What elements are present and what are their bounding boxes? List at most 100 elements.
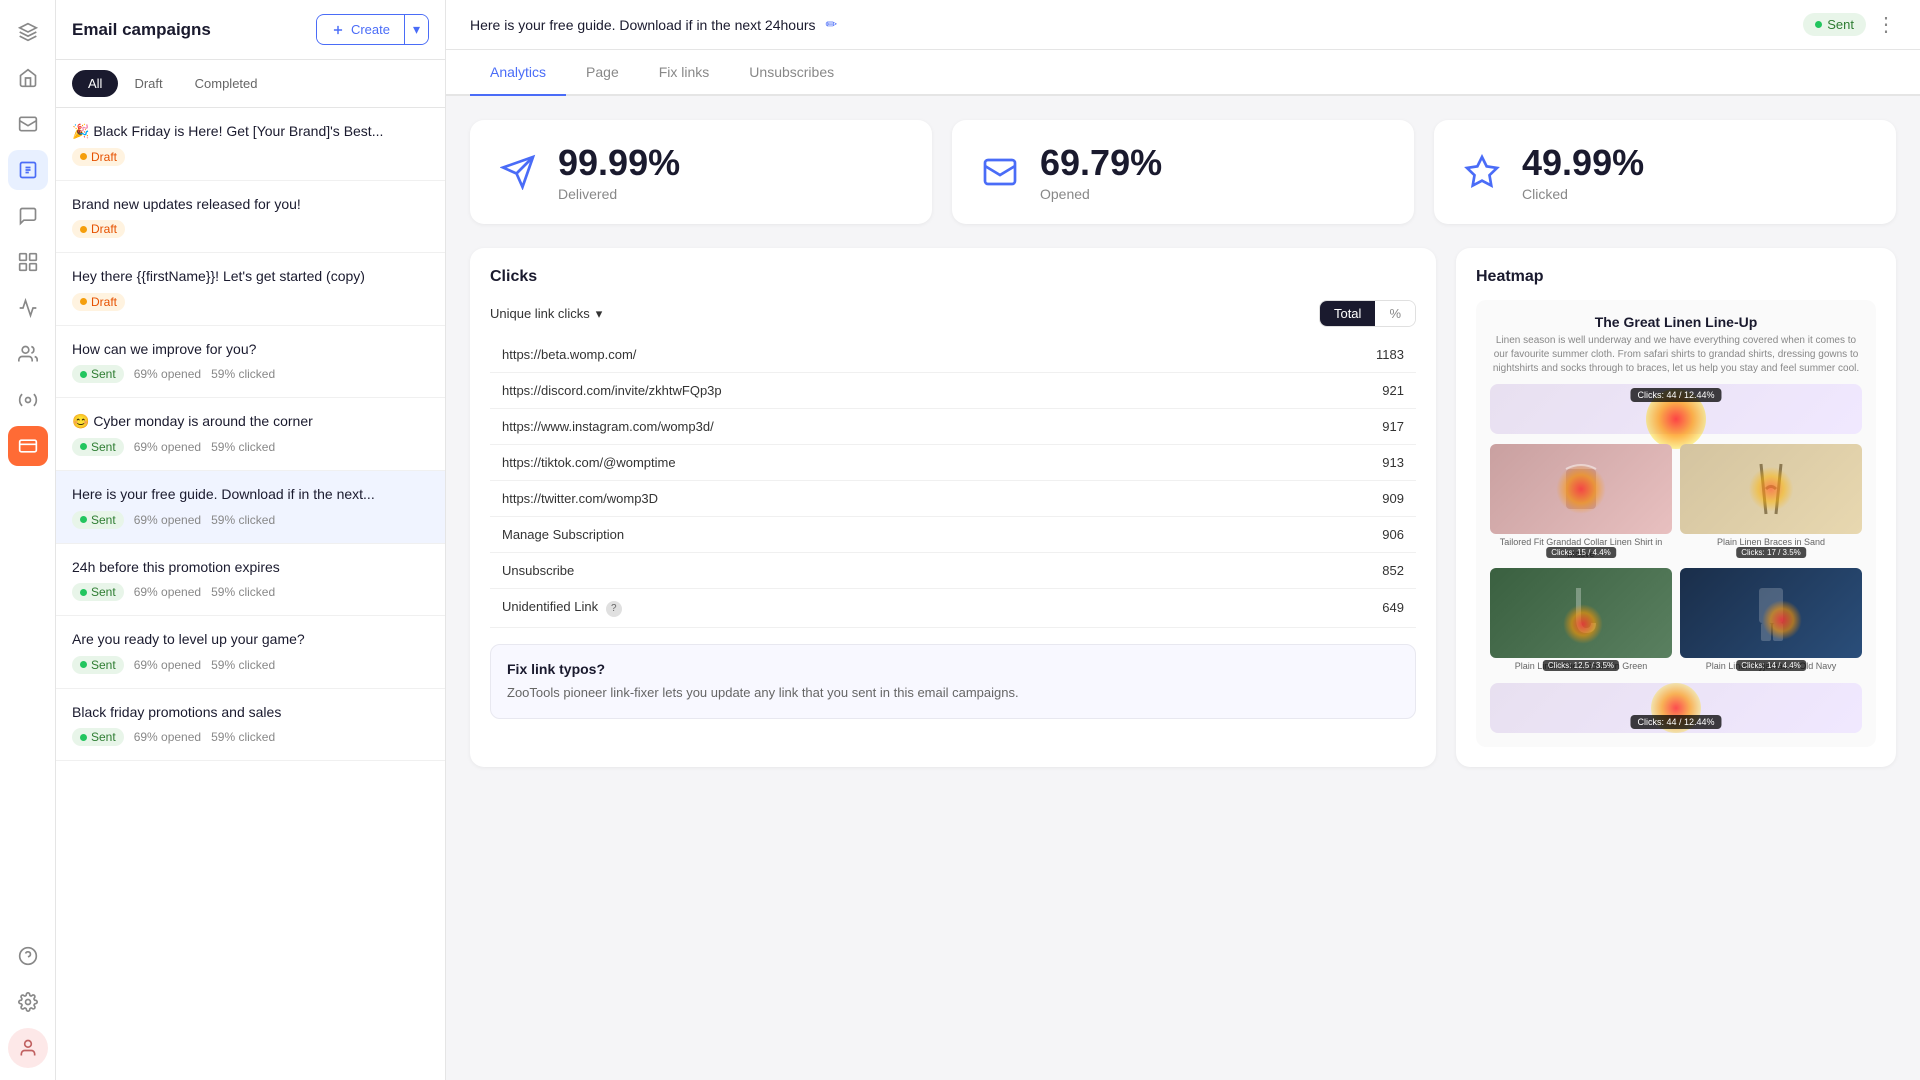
home-icon[interactable] [8,58,48,98]
link-row: Manage Subscription 906 [490,517,1416,553]
main-header-right: Sent ⋮ [1803,12,1896,37]
delivered-icon [494,148,542,196]
integrations-icon[interactable] [8,380,48,420]
toggle-group: Total % [1319,300,1416,327]
more-options-button[interactable]: ⋮ [1876,12,1896,37]
link-url: Unsubscribe [502,563,574,578]
info-icon: ? [606,601,622,617]
campaign-meta: Sent 69% opened 59% clicked [72,656,429,674]
link-url: https://tiktok.com/@womptime [502,455,676,470]
opened-rate: 69% opened [134,440,201,454]
create-dropdown-button[interactable]: ▾ [404,15,428,44]
users-icon[interactable] [8,334,48,374]
campaign-title: 24h before this promotion expires [72,558,429,578]
campaign-item[interactable]: Brand new updates released for you! Draf… [56,181,445,254]
status-badge: Sent [72,438,124,456]
settings-icon[interactable] [8,982,48,1022]
campaign-meta: Sent 69% opened 59% clicked [72,438,429,456]
heatmap-item-1: Clicks: 15 / 4.4% Tailored Fit Grandad C… [1490,444,1672,560]
edit-icon[interactable]: ✏ [826,16,838,33]
chevron-down-icon: ▾ [596,306,603,322]
campaign-meta: Sent 69% opened 59% clicked [72,728,429,746]
opened-rate: 69% opened [134,658,201,672]
opened-value: 69.79% [1040,142,1162,184]
opened-icon [976,148,1024,196]
opened-label: Opened [1040,186,1162,202]
filter-tab-completed[interactable]: Completed [179,70,274,97]
campaign-item[interactable]: 😊 Cyber monday is around the corner Sent… [56,398,445,471]
main-content: 99.99% Delivered 69.79% Opened 49.99% [446,96,1920,1080]
status-dot [80,589,87,596]
item3-heat-badge: Clicks: 12.5 / 3.5% [1543,660,1619,671]
status-dot [80,226,87,233]
link-count: 649 [1382,600,1404,615]
campaign-item[interactable]: Black friday promotions and sales Sent 6… [56,689,445,762]
bottom-row: Clicks Unique link clicks ▾ Total % http… [470,248,1896,767]
campaign-item[interactable]: How can we improve for you? Sent 69% ope… [56,326,445,399]
status-badge: Sent [72,583,124,601]
opened-rate: 69% opened [134,730,201,744]
stat-info: 49.99% Clicked [1522,142,1644,202]
main-area: Here is your free guide. Download if in … [446,0,1920,1080]
toggle-total[interactable]: Total [1320,301,1375,326]
item2-heat-badge: Clicks: 17 / 3.5% [1736,547,1806,558]
tab-analytics[interactable]: Analytics [470,50,566,96]
campaign-title: How can we improve for you? [72,340,429,360]
heatmap-email-desc: Linen season is well underway and we hav… [1490,334,1862,376]
campaigns-icon[interactable] [8,150,48,190]
tab-unsubscribes[interactable]: Unsubscribes [729,50,854,96]
create-main-button[interactable]: Create [317,16,404,43]
link-url: https://www.instagram.com/womp3d/ [502,419,714,434]
clicks-panel: Clicks Unique link clicks ▾ Total % http… [470,248,1436,767]
filter-tab-all[interactable]: All [72,70,118,97]
mail-icon[interactable] [8,104,48,144]
sidebar-title: Email campaigns [72,20,211,40]
clicked-icon [1458,148,1506,196]
campaign-item-active[interactable]: Here is your free guide. Download if in … [56,471,445,544]
status-badge: Sent [72,656,124,674]
heatmap-item-4: Clicks: 14 / 4.4% Plain Linen Pyjamas in… [1680,568,1862,673]
campaign-subject: Here is your free guide. Download if in … [470,17,816,33]
campaign-title: Brand new updates released for you! [72,195,429,215]
templates-icon[interactable] [8,242,48,282]
campaign-item[interactable]: Are you ready to level up your game? Sen… [56,616,445,689]
campaign-item[interactable]: Hey there {{firstName}}! Let's get start… [56,253,445,326]
delivered-label: Delivered [558,186,680,202]
toggle-percent[interactable]: % [1375,301,1415,326]
transactions-icon[interactable] [8,196,48,236]
link-row: https://twitter.com/womp3D 909 [490,481,1416,517]
campaign-title: 😊 Cyber monday is around the corner [72,412,429,432]
link-count: 852 [1382,563,1404,578]
billing-icon[interactable] [8,426,48,466]
status-badge: Draft [72,293,125,311]
create-button-group[interactable]: Create ▾ [316,14,429,45]
main-header: Here is your free guide. Download if in … [446,0,1920,50]
campaign-item[interactable]: 🎉 Black Friday is Here! Get [Your Brand]… [56,108,445,181]
campaign-meta: Sent 69% opened 59% clicked [72,583,429,601]
clicked-rate: 59% clicked [211,585,275,599]
analytics-nav-icon[interactable] [8,288,48,328]
stat-card-delivered: 99.99% Delivered [470,120,932,224]
app-logo-icon[interactable] [8,12,48,52]
main-header-left: Here is your free guide. Download if in … [470,16,837,33]
campaign-title: Black friday promotions and sales [72,703,429,723]
tab-fix-links[interactable]: Fix links [639,50,730,96]
status-dot [80,516,87,523]
campaign-item[interactable]: 24h before this promotion expires Sent 6… [56,544,445,617]
link-url: https://beta.womp.com/ [502,347,636,362]
tab-page[interactable]: Page [566,50,639,96]
icon-bar [0,0,56,1080]
clicked-value: 49.99% [1522,142,1644,184]
filter-tab-draft[interactable]: Draft [118,70,178,97]
clicked-rate: 59% clicked [211,367,275,381]
avatar[interactable] [8,1028,48,1068]
campaign-title: 🎉 Black Friday is Here! Get [Your Brand]… [72,122,429,142]
campaign-meta: Sent 69% opened 59% clicked [72,511,429,529]
link-url: https://discord.com/invite/zkhtwFQp3p [502,383,722,398]
link-url: Manage Subscription [502,527,624,542]
status-badge: Sent [72,728,124,746]
unique-link-dropdown[interactable]: Unique link clicks ▾ [490,306,602,322]
clicked-rate: 59% clicked [211,658,275,672]
heatmap-panel: Heatmap The Great Linen Line-Up Linen se… [1456,248,1896,767]
help-icon[interactable] [8,936,48,976]
